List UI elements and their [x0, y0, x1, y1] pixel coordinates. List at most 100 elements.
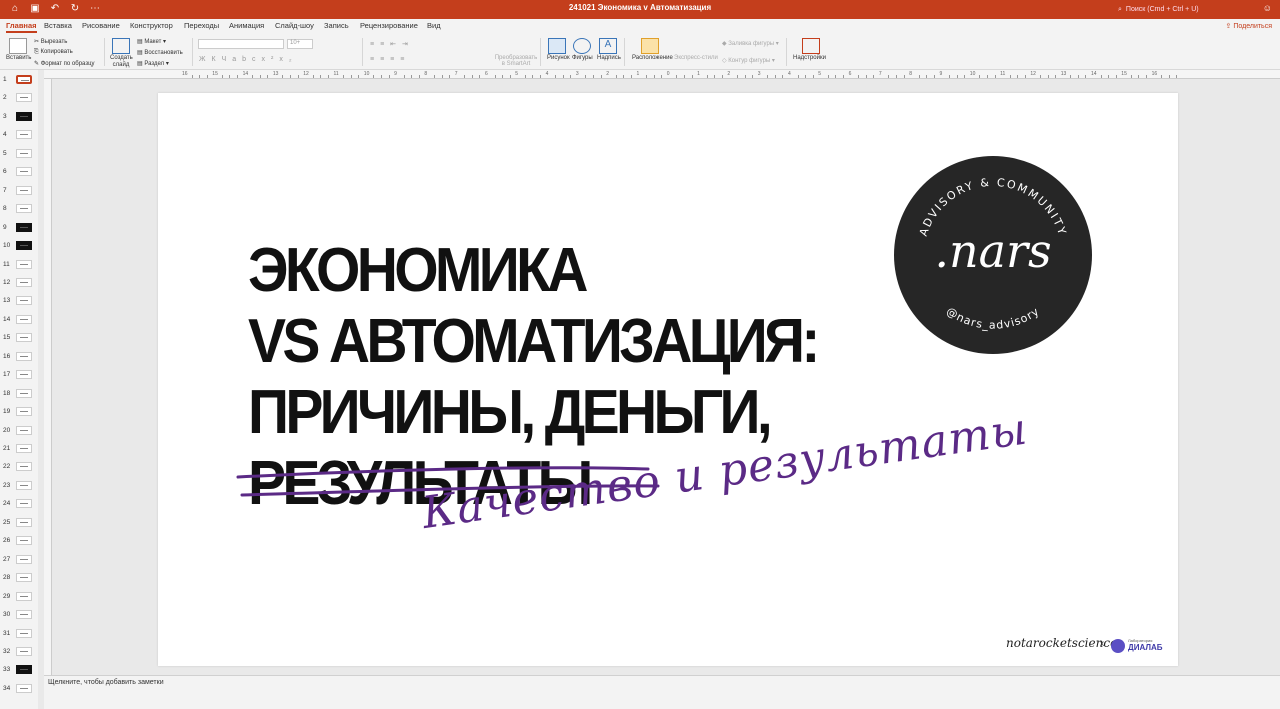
quick-styles-button[interactable]: Экспресс-стили [674, 55, 718, 61]
slide-thumbnail-16[interactable]: 16 [0, 350, 38, 364]
slide-thumbnail-8[interactable]: 8 [0, 202, 38, 216]
slide-thumbnail-1[interactable]: 1 [0, 73, 38, 87]
slide-thumbnail-7[interactable]: 7 [0, 184, 38, 198]
slide-thumbnail-image[interactable] [16, 296, 32, 306]
slide-thumbnail-26[interactable]: 26 [0, 534, 38, 548]
shape-fill-button[interactable]: ◆ Заливка фигуры ▾ [722, 40, 779, 47]
slide-thumbnail-image[interactable] [16, 517, 32, 527]
slide-thumbnail-30[interactable]: 30 [0, 608, 38, 622]
slide-thumbnail-10[interactable]: 10 [0, 239, 38, 253]
slide-thumbnail-image[interactable] [16, 536, 32, 546]
layout-button[interactable]: ▤ Макет ▾ [137, 38, 166, 45]
slide-thumbnail-31[interactable]: 31 [0, 627, 38, 641]
slide-thumbnail-25[interactable]: 25 [0, 516, 38, 530]
slide-thumbnail-image[interactable] [16, 277, 32, 287]
slide-thumbnail-image[interactable] [16, 499, 32, 509]
addins-button[interactable]: Надстройки [793, 55, 826, 61]
slide-thumbnail-image[interactable] [16, 573, 32, 583]
addins-icon[interactable] [802, 38, 820, 54]
reset-button[interactable]: ▤ Восстановить [137, 49, 183, 56]
slide-thumbnail-28[interactable]: 28 [0, 571, 38, 585]
shapes-icon[interactable] [573, 38, 591, 54]
tab-home[interactable]: Главная [6, 21, 37, 33]
slide-thumbnail-image[interactable] [16, 351, 32, 361]
slide-thumbnail-image[interactable] [16, 167, 32, 177]
format-painter-button[interactable]: ✎ Формат по образцу [34, 60, 95, 67]
slide-thumbnail-image[interactable] [16, 204, 32, 214]
slide-thumbnail-image[interactable] [16, 259, 32, 269]
slide-thumbnail-2[interactable]: 2 [0, 91, 38, 105]
shape-outline-button[interactable]: ◇ Контур фигуры ▾ [722, 57, 775, 64]
slide-thumbnail-image[interactable] [16, 610, 32, 620]
slide-thumbnail-33[interactable]: 33 [0, 663, 38, 677]
copy-button[interactable]: ⎘ Копировать [34, 49, 73, 56]
slide-thumbnail-image[interactable] [16, 683, 32, 693]
slide-thumbnail-image[interactable] [16, 222, 32, 232]
slide-thumbnail-image[interactable] [16, 111, 32, 121]
section-button[interactable]: ▤ Раздел ▾ [137, 60, 169, 67]
new-slide-button[interactable]: Создать слайд [110, 55, 133, 69]
tab-record[interactable]: Запись [324, 21, 349, 30]
slide-thumbnail-27[interactable]: 27 [0, 553, 38, 567]
font-format-buttons[interactable]: ЖКЧabcx²x₂ [199, 56, 298, 63]
slide-thumbnail-image[interactable] [16, 646, 32, 656]
slide-thumbnail-image[interactable] [16, 388, 32, 398]
slide-thumbnail-13[interactable]: 13 [0, 294, 38, 308]
paste-button[interactable]: Вставить [6, 55, 31, 61]
slide-thumbnail-image[interactable] [16, 462, 32, 472]
slide-thumbnail-image[interactable] [16, 444, 32, 453]
slide-thumbnail-5[interactable]: 5 [0, 147, 38, 161]
slide-thumbnail-9[interactable]: 9 [0, 221, 38, 235]
slide-thumbnail-15[interactable]: 15 [0, 331, 38, 345]
notes-placeholder[interactable]: Щелкните, чтобы добавить заметки [48, 679, 164, 686]
slide-thumbnail-17[interactable]: 17 [0, 368, 38, 382]
tab-review[interactable]: Рецензирование [360, 21, 418, 30]
font-family-select[interactable] [198, 39, 284, 49]
picture-icon[interactable] [548, 38, 566, 54]
tab-slideshow[interactable]: Слайд-шоу [275, 21, 314, 30]
slide-thumbnail-22[interactable]: 22 [0, 460, 38, 474]
slide-thumbnail-image[interactable] [16, 407, 32, 417]
slide-thumbnail-image[interactable] [16, 591, 32, 601]
slide-thumbnail-image[interactable] [16, 665, 32, 675]
new-slide-icon[interactable] [112, 38, 130, 54]
slide-thumbnail-image[interactable] [16, 93, 32, 103]
textbox-icon[interactable]: A [599, 38, 617, 54]
slide-thumbnail-23[interactable]: 23 [0, 479, 38, 493]
slide-thumbnail-image[interactable] [16, 554, 32, 564]
tab-view[interactable]: Вид [427, 21, 441, 30]
slide-thumbnail-image[interactable] [16, 130, 32, 140]
picture-button[interactable]: Рисунок [547, 55, 570, 61]
slide-thumbnail-24[interactable]: 24 [0, 497, 38, 511]
account-icon[interactable]: ☺ [1263, 3, 1272, 13]
slide-thumbnail-image[interactable] [16, 75, 32, 84]
search-field[interactable]: ⌕ Поиск (Cmd + Ctrl + U) [1118, 3, 1258, 16]
arrange-button[interactable]: Расположение [632, 55, 673, 61]
arrange-icon[interactable] [641, 38, 659, 54]
notes-pane[interactable]: Щелкните, чтобы добавить заметки [44, 675, 1280, 709]
slide-thumbnail-12[interactable]: 12 [0, 276, 38, 290]
align-buttons[interactable]: ≡≡≡≡ [370, 56, 410, 63]
list-buttons[interactable]: ≡≡⇤⇥ [370, 40, 414, 48]
tab-insert[interactable]: Вставка [44, 21, 72, 30]
slide-thumbnail-image[interactable] [16, 185, 32, 195]
shapes-button[interactable]: Фигуры [572, 55, 593, 61]
slide-thumbnail-18[interactable]: 18 [0, 387, 38, 401]
convert-smartart-button[interactable]: Преобразовать в SmartArt [494, 55, 538, 67]
slide-thumbnail-19[interactable]: 19 [0, 405, 38, 419]
slide-thumbnail-34[interactable]: 34 [0, 682, 38, 696]
slide-thumbnail-29[interactable]: 29 [0, 590, 38, 604]
slide-thumbnail-32[interactable]: 32 [0, 645, 38, 659]
slide-canvas[interactable]: ЭКОНОМИКА VS АВТОМАТИЗАЦИЯ: ПРИЧИНЫ, ДЕН… [158, 93, 1178, 666]
slide-thumbnail-image[interactable] [16, 333, 32, 343]
tab-design[interactable]: Конструктор [130, 21, 173, 30]
paste-icon[interactable] [9, 38, 27, 54]
slide-thumbnail-image[interactable] [16, 480, 32, 490]
slide-thumbnail-11[interactable]: 11 [0, 258, 38, 272]
textbox-button[interactable]: Надпись [597, 55, 621, 61]
cut-button[interactable]: ✂ Вырезать [34, 38, 67, 45]
slide-thumbnail-image[interactable] [16, 241, 32, 251]
tab-animations[interactable]: Анимация [229, 21, 264, 30]
slide-thumbnail-image[interactable] [16, 314, 32, 324]
slide-thumbnail-3[interactable]: 3 [0, 110, 38, 124]
